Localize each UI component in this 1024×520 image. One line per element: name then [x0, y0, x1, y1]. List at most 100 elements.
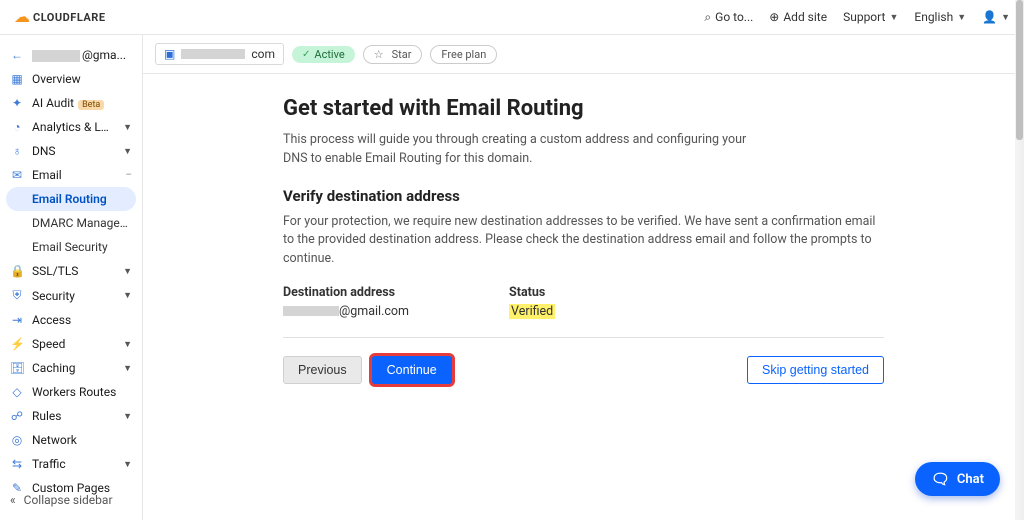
chat-icon: 🗨	[931, 470, 950, 488]
site-selector[interactable]: ▣ com	[155, 43, 284, 65]
shield-icon: ⛨	[10, 288, 24, 303]
rules-icon: ☍	[10, 409, 24, 423]
sidebar-account-label: @gma...	[32, 48, 132, 62]
status-value: Verified	[509, 304, 555, 319]
analytics-icon: ◔	[10, 120, 24, 134]
email-icon: ✉	[10, 168, 24, 182]
dash-icon: –	[125, 170, 132, 181]
ai-icon: ✦	[10, 96, 24, 110]
support-menu[interactable]: Support ▼	[843, 10, 898, 24]
support-label: Support	[843, 10, 885, 24]
sidebar-item-overview[interactable]: ▦ Overview	[0, 67, 142, 91]
network-icon: ◎	[10, 433, 24, 447]
domain-suffix: com	[251, 47, 275, 61]
sidebar-item-workers[interactable]: ◇ Workers Routes	[0, 380, 142, 404]
destination-address-col: Destination address @gmail.com	[283, 285, 409, 319]
language-label: English	[914, 10, 953, 24]
sidebar-item-ai-audit[interactable]: ✦ AI AuditBeta	[0, 91, 142, 115]
status-label: Status	[509, 285, 555, 300]
main: ← @gma... ▦ Overview ✦ AI AuditBeta ◔ An…	[0, 35, 1024, 520]
sidebar-item-access[interactable]: ⇥ Access	[0, 308, 142, 332]
traffic-icon: ⇆	[10, 457, 24, 471]
sidebar-item-caching[interactable]: 🗄 Caching ▼	[0, 356, 142, 380]
speed-icon: ⚡	[10, 337, 24, 351]
previous-button[interactable]: Previous	[283, 356, 362, 384]
chat-label: Chat	[957, 472, 984, 487]
sidebar-item-dns[interactable]: ♁ DNS ▼	[0, 139, 142, 163]
page-description: This process will guide you through crea…	[283, 131, 753, 169]
page-title: Get started with Email Routing	[283, 96, 884, 121]
sidebar-item-email[interactable]: ✉ Email –	[0, 163, 142, 187]
divider	[283, 337, 884, 338]
content: ▣ com Active Star Free plan Get started …	[143, 35, 1024, 520]
actions-row: Previous Continue Skip getting started	[283, 356, 884, 384]
beta-badge: Beta	[78, 100, 104, 110]
chevron-down-icon: ▼	[957, 12, 966, 23]
section-title: Verify destination address	[283, 187, 884, 205]
chevron-down-icon: ▼	[123, 290, 132, 301]
plus-icon: ⊕	[769, 10, 779, 24]
goto-search[interactable]: ⌕ Go to...	[704, 10, 753, 25]
workers-icon: ◇	[10, 385, 24, 399]
destination-address-value: @gmail.com	[283, 304, 409, 319]
globe-icon: ▣	[164, 47, 175, 61]
status-badge-active: Active	[292, 46, 355, 63]
sidebar-back[interactable]: ← @gma...	[0, 43, 142, 67]
access-icon: ⇥	[10, 313, 24, 327]
destination-row: Destination address @gmail.com Status Ve…	[283, 285, 884, 319]
language-menu[interactable]: English ▼	[914, 10, 966, 24]
goto-label: Go to...	[715, 10, 753, 24]
chevron-down-icon: ▼	[123, 363, 132, 374]
sidebar-item-rules[interactable]: ☍ Rules ▼	[0, 404, 142, 428]
topbar: ☁ CLOUDFLARE ⌕ Go to... ⊕ Add site Suppo…	[0, 0, 1024, 35]
scrollbar[interactable]	[1015, 0, 1024, 520]
sidebar-item-email-security[interactable]: Email Security	[0, 235, 142, 259]
topbar-actions: ⌕ Go to... ⊕ Add site Support ▼ English …	[704, 10, 1010, 25]
chevron-down-icon: ▼	[123, 122, 132, 133]
sidebar-item-dmarc[interactable]: DMARC ManagementBeta	[0, 211, 142, 235]
logo[interactable]: ☁ CLOUDFLARE	[14, 9, 106, 25]
cloud-icon: ☁	[14, 9, 30, 25]
destination-address-label: Destination address	[283, 285, 409, 300]
add-site-link[interactable]: ⊕ Add site	[769, 10, 827, 24]
plan-badge: Free plan	[430, 45, 497, 64]
chevron-down-icon: ▼	[123, 411, 132, 422]
chat-fab[interactable]: 🗨 Chat	[915, 462, 1000, 496]
actions-left: Previous Continue	[283, 356, 452, 384]
sidebar-item-speed[interactable]: ⚡ Speed ▼	[0, 332, 142, 356]
user-icon: 👤	[982, 10, 997, 24]
caching-icon: 🗄	[10, 361, 24, 375]
skip-getting-started-button[interactable]: Skip getting started	[747, 356, 884, 384]
search-icon: ⌕	[704, 10, 711, 25]
collapse-label: Collapse sidebar	[24, 493, 113, 507]
collapse-sidebar[interactable]: « Collapse sidebar	[0, 488, 142, 512]
sidebar-item-security[interactable]: ⛨ Security ▼	[0, 283, 142, 308]
chevron-down-icon: ▼	[123, 146, 132, 157]
masked-domain	[181, 49, 245, 59]
chevrons-left-icon: «	[10, 493, 16, 507]
overview-icon: ▦	[10, 72, 24, 86]
sidebar-item-email-routing[interactable]: Email Routing	[6, 187, 136, 211]
sidebar: ← @gma... ▦ Overview ✦ AI AuditBeta ◔ An…	[0, 35, 143, 520]
sidebar-item-analytics[interactable]: ◔ Analytics & Logs ▼	[0, 115, 142, 139]
continue-button[interactable]: Continue	[372, 356, 452, 384]
dns-icon: ♁	[10, 144, 24, 158]
page-body: Get started with Email Routing This proc…	[143, 74, 1024, 406]
star-button[interactable]: Star	[363, 45, 423, 64]
scrollbar-thumb[interactable]	[1016, 0, 1023, 140]
chevron-down-icon: ▼	[889, 12, 898, 23]
site-bar: ▣ com Active Star Free plan	[143, 35, 1024, 74]
chevron-down-icon: ▼	[1001, 12, 1010, 23]
arrow-left-icon: ←	[10, 48, 24, 62]
account-menu[interactable]: 👤 ▼	[982, 10, 1010, 24]
chevron-down-icon: ▼	[123, 339, 132, 350]
section-description: For your protection, we require new dest…	[283, 213, 884, 269]
brand-name: CLOUDFLARE	[33, 11, 106, 24]
chevron-down-icon: ▼	[123, 266, 132, 277]
sidebar-item-ssl[interactable]: 🔒 SSL/TLS ▼	[0, 259, 142, 283]
sidebar-item-traffic[interactable]: ⇆ Traffic ▼	[0, 452, 142, 476]
status-col: Status Verified	[509, 285, 555, 319]
lock-icon: 🔒	[10, 264, 24, 278]
sidebar-item-network[interactable]: ◎ Network	[0, 428, 142, 452]
add-site-label: Add site	[783, 10, 827, 24]
